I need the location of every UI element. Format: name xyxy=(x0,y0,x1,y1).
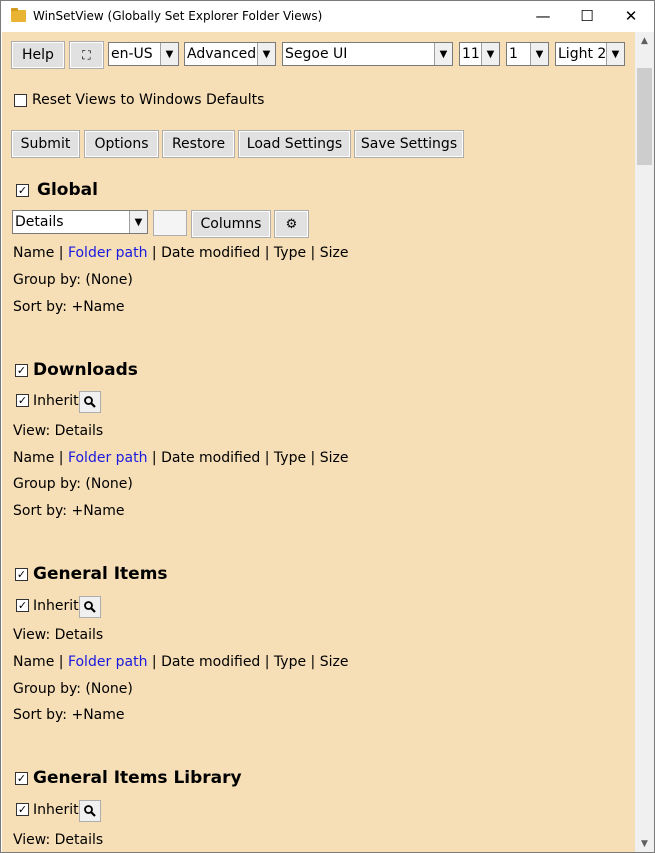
downloads-heading: Downloads xyxy=(33,360,138,380)
column-separator: | xyxy=(54,450,68,466)
restore-button[interactable]: Restore xyxy=(162,130,235,158)
columns-button[interactable]: Columns xyxy=(191,210,271,238)
global-group-by: Group by: (None) xyxy=(13,272,133,288)
column-separator: | xyxy=(147,245,162,261)
chevron-down-icon: ▼ xyxy=(257,43,275,65)
spacing-value: 1 xyxy=(509,46,518,62)
save-settings-button[interactable]: Save Settings xyxy=(354,130,464,158)
folder-path-link[interactable]: Folder path xyxy=(68,450,148,466)
downloads-view: View: Details xyxy=(13,423,104,439)
main-content: Help ⛶ en-US ▼ Advanced ▼ Segoe UI ▼ 11 … xyxy=(2,32,635,852)
font-select[interactable]: Segoe UI ▼ xyxy=(282,42,453,66)
theme-select[interactable]: Light 2 ▼ xyxy=(555,42,625,66)
title-bar: WinSetView (Globally Set Explorer Folder… xyxy=(1,1,654,32)
app-window: WinSetView (Globally Set Explorer Folder… xyxy=(0,0,655,853)
chevron-down-icon: ▼ xyxy=(160,43,178,65)
help-button[interactable]: Help xyxy=(11,41,65,69)
font-value: Segoe UI xyxy=(285,46,348,62)
column-separator: | xyxy=(147,450,162,466)
language-value: en-US xyxy=(111,46,153,62)
scroll-down-arrow-icon[interactable]: ▼ xyxy=(635,835,654,852)
downloads-inherit-label: Inherit xyxy=(33,393,79,409)
column-name: Name xyxy=(13,245,55,261)
theme-value: Light 2 xyxy=(558,46,607,62)
mode-select[interactable]: Advanced ▼ xyxy=(184,42,276,66)
general-items-view: View: Details xyxy=(13,627,104,643)
reset-views-label: Reset Views to Windows Defaults xyxy=(32,92,265,108)
load-settings-button[interactable]: Load Settings xyxy=(238,130,351,158)
language-select[interactable]: en-US ▼ xyxy=(108,42,179,66)
chevron-down-icon: ▼ xyxy=(434,43,452,65)
global-view-select[interactable]: Details ▼ xyxy=(12,210,148,234)
downloads-inherit-checkbox[interactable]: ✓ xyxy=(16,394,29,407)
mode-value: Advanced xyxy=(187,46,257,62)
global-view-value: Details xyxy=(15,214,64,230)
window-title: WinSetView (Globally Set Explorer Folder… xyxy=(33,9,323,23)
general-items-inherit-checkbox[interactable]: ✓ xyxy=(16,599,29,612)
minimize-button[interactable]: — xyxy=(520,1,566,31)
gear-icon[interactable]: ⚙ xyxy=(274,210,309,238)
downloads-sort-by: Sort by: +Name xyxy=(13,503,125,519)
global-heading: Global xyxy=(37,180,98,200)
general-items-library-inherit-label: Inherit xyxy=(33,802,79,818)
font-size-select[interactable]: 11 ▼ xyxy=(459,42,500,66)
global-columns-list: Name | Folder path | Date modified | Typ… xyxy=(13,245,348,261)
chevron-down-icon: ▼ xyxy=(129,211,147,233)
general-items-library-heading: General Items Library xyxy=(33,768,242,788)
other-columns: Date modified | Type | Size xyxy=(161,654,349,670)
general-items-group-by: Group by: (None) xyxy=(13,681,133,697)
general-items-search-button[interactable] xyxy=(79,596,101,618)
general-items-library-view: View: Details xyxy=(13,832,104,848)
downloads-checkbox[interactable]: ✓ xyxy=(15,364,28,377)
general-items-checkbox[interactable]: ✓ xyxy=(15,568,28,581)
other-columns: Date modified | Type | Size xyxy=(161,450,349,466)
general-items-library-search-button[interactable] xyxy=(79,800,101,822)
general-items-heading: General Items xyxy=(33,564,168,584)
downloads-search-button[interactable] xyxy=(79,391,101,413)
column-separator: | xyxy=(54,654,68,670)
spacing-select[interactable]: 1 ▼ xyxy=(506,42,549,66)
downloads-columns-list: Name | Folder path | Date modified | Typ… xyxy=(13,450,348,466)
general-items-library-checkbox[interactable]: ✓ xyxy=(15,772,28,785)
global-icon-size-input[interactable] xyxy=(153,210,187,236)
general-items-inherit-label: Inherit xyxy=(33,598,79,614)
vertical-scrollbar[interactable]: ▲ ▼ xyxy=(635,32,654,852)
global-checkbox[interactable]: ✓ xyxy=(16,184,29,197)
column-separator: | xyxy=(147,654,162,670)
folder-path-link[interactable]: Folder path xyxy=(68,654,148,670)
scroll-up-arrow-icon[interactable]: ▲ xyxy=(635,32,654,49)
general-items-sort-by: Sort by: +Name xyxy=(13,707,125,723)
chevron-down-icon: ▼ xyxy=(530,43,548,65)
submit-button[interactable]: Submit xyxy=(11,130,80,158)
chevron-down-icon: ▼ xyxy=(481,43,499,65)
general-items-library-inherit-checkbox[interactable]: ✓ xyxy=(16,803,29,816)
general-items-columns-list: Name | Folder path | Date modified | Typ… xyxy=(13,654,348,670)
downloads-group-by: Group by: (None) xyxy=(13,476,133,492)
search-icon xyxy=(84,805,96,817)
maximize-button[interactable]: ☐ xyxy=(564,1,610,31)
chevron-down-icon: ▼ xyxy=(606,43,624,65)
folder-icon xyxy=(11,8,26,22)
options-button[interactable]: Options xyxy=(84,130,159,158)
folder-path-link[interactable]: Folder path xyxy=(68,245,148,261)
scrollbar-thumb[interactable] xyxy=(637,68,652,165)
reset-views-checkbox[interactable] xyxy=(14,94,27,107)
search-icon xyxy=(84,396,96,408)
global-sort-by: Sort by: +Name xyxy=(13,299,125,315)
other-columns: Date modified | Type | Size xyxy=(161,245,349,261)
font-size-value: 11 xyxy=(462,46,480,62)
search-icon xyxy=(84,601,96,613)
column-separator: | xyxy=(54,245,68,261)
column-name: Name xyxy=(13,450,55,466)
close-button[interactable]: ✕ xyxy=(608,1,654,31)
column-name: Name xyxy=(13,654,55,670)
fullscreen-button[interactable]: ⛶ xyxy=(69,41,104,69)
